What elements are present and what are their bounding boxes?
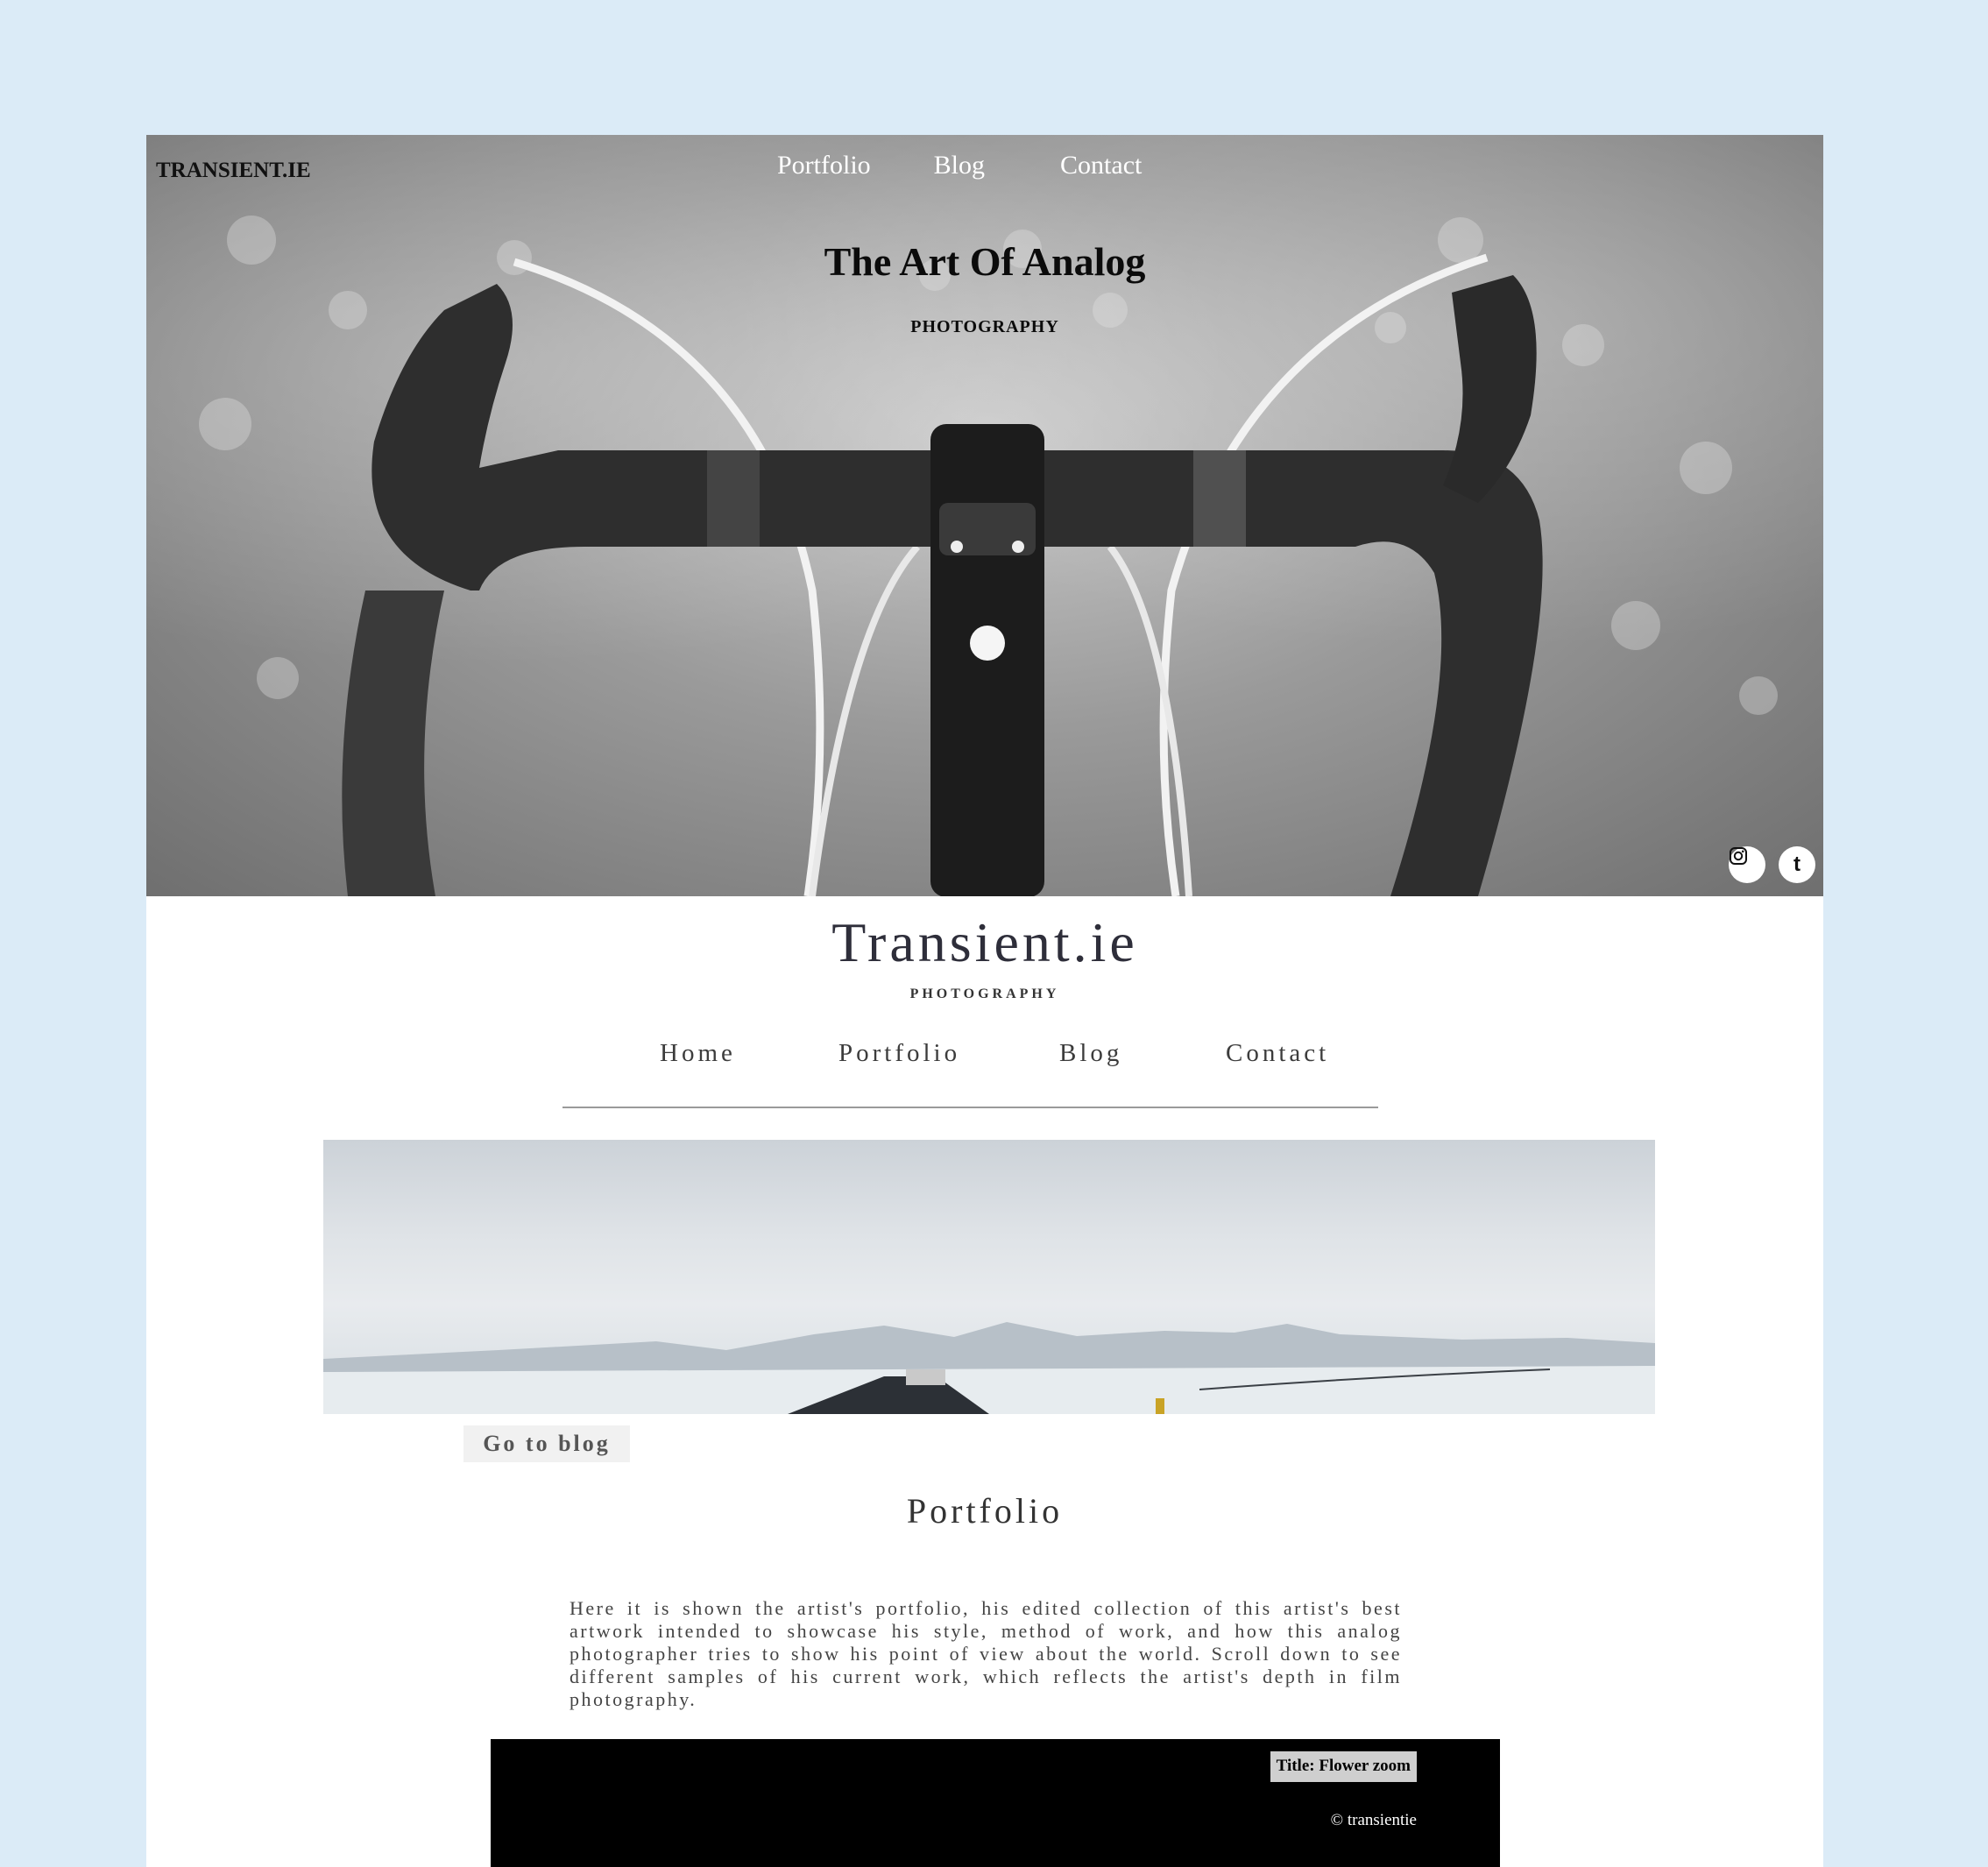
hero-subtitle: PHOTOGRAPHY bbox=[910, 317, 1059, 336]
tumblr-icon[interactable]: t bbox=[1779, 846, 1815, 883]
gallery-slide[interactable]: Title: Flower zoom © transientie bbox=[491, 1739, 1500, 1867]
photo-copyright: © transientie bbox=[1330, 1811, 1417, 1829]
hero-nav-contact[interactable]: Contact bbox=[1060, 151, 1142, 180]
photo-title-caption: Title: Flower zoom bbox=[1270, 1751, 1417, 1782]
go-to-blog-button[interactable]: Go to blog bbox=[463, 1425, 630, 1462]
landscape-banner-image bbox=[323, 1140, 1655, 1414]
nav-divider bbox=[562, 1107, 1378, 1108]
portfolio-heading: Portfolio bbox=[906, 1491, 1064, 1531]
hero-nav-blog[interactable]: Blog bbox=[934, 151, 985, 180]
nav-blog[interactable]: Blog bbox=[1059, 1039, 1122, 1068]
instagram-glyph bbox=[1730, 847, 1747, 865]
hero-brand-logo[interactable]: TRANSIENT.IE bbox=[156, 159, 311, 183]
main-nav: Home Portfolio Blog Contact bbox=[146, 1039, 1823, 1083]
landscape-illustration bbox=[323, 1322, 1655, 1414]
page-container: TRANSIENT.IE Portfolio Blog Contact The … bbox=[146, 135, 1823, 1867]
site-title[interactable]: Transient.ie bbox=[146, 910, 1823, 975]
portfolio-description: Here it is shown the artist's portfolio,… bbox=[570, 1597, 1402, 1710]
hero-nav-portfolio[interactable]: Portfolio bbox=[777, 151, 871, 180]
nav-home[interactable]: Home bbox=[660, 1039, 736, 1068]
hero-section: TRANSIENT.IE Portfolio Blog Contact The … bbox=[146, 135, 1823, 896]
nav-contact[interactable]: Contact bbox=[1226, 1039, 1329, 1068]
hero-title: The Art Of Analog bbox=[824, 239, 1146, 284]
instagram-icon[interactable] bbox=[1729, 846, 1765, 883]
hero-nav: Portfolio Blog Contact bbox=[777, 151, 1142, 180]
nav-portfolio[interactable]: Portfolio bbox=[838, 1039, 960, 1068]
site-subtitle: PHOTOGRAPHY bbox=[909, 987, 1060, 1001]
